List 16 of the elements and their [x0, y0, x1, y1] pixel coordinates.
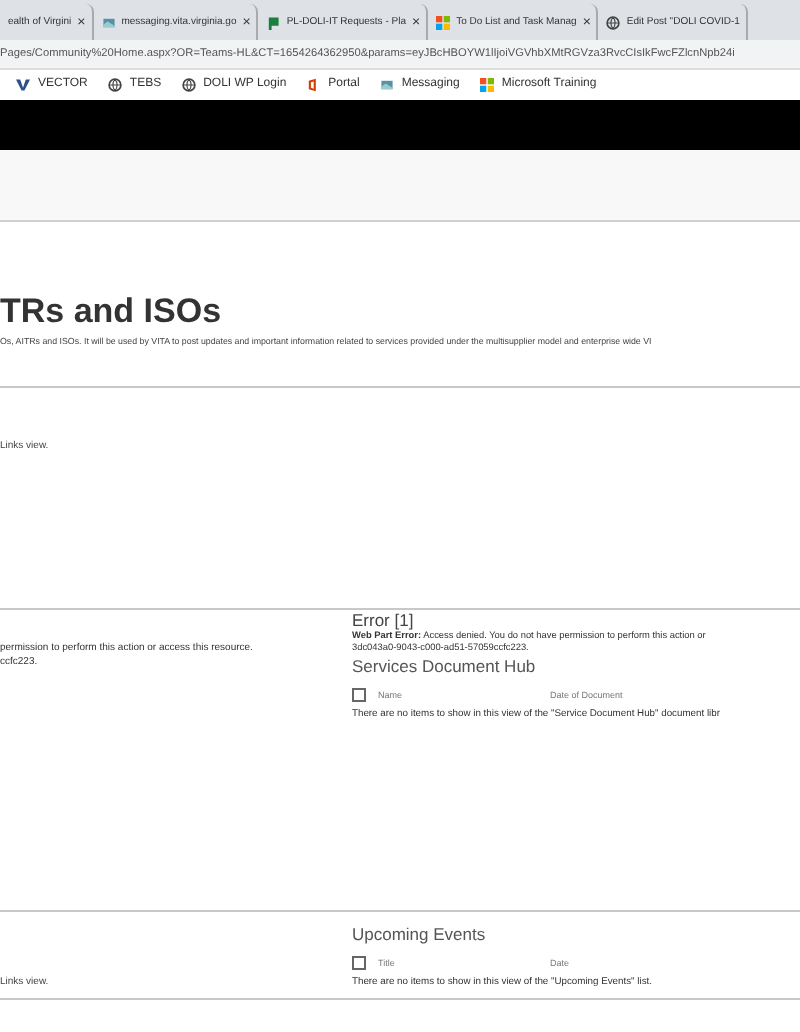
tiles-icon	[479, 77, 494, 91]
error-heading: Error [1]	[352, 610, 416, 630]
page-title: TRs and ISOs	[0, 290, 224, 332]
globe-icon	[181, 77, 196, 91]
list-title: Services Document Hub	[352, 656, 538, 676]
select-all-checkbox[interactable]	[352, 956, 366, 970]
flag-icon	[266, 15, 281, 29]
office-icon	[306, 77, 321, 91]
globe-icon	[606, 15, 621, 29]
v-logo-icon	[16, 77, 30, 91]
list-title: Upcoming Events	[352, 924, 488, 944]
globe-icon	[107, 77, 122, 91]
page-icon	[379, 77, 394, 91]
tiles-icon	[436, 15, 451, 29]
page-icon	[101, 15, 116, 29]
select-all-checkbox[interactable]	[352, 688, 366, 702]
